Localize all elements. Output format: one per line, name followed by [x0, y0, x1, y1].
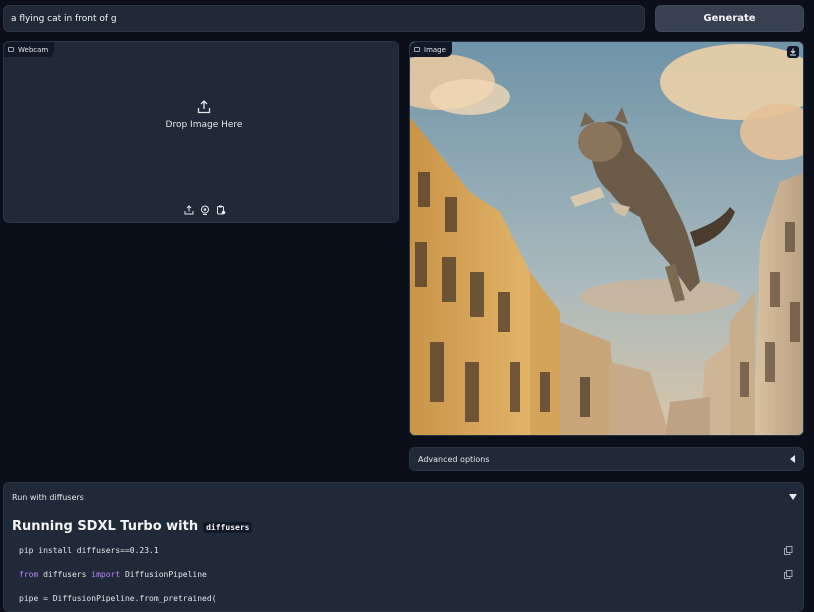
heading-code: diffusers: [203, 522, 253, 533]
generated-image: [410, 42, 803, 435]
heading-text: Running SDXL Turbo with: [12, 519, 199, 534]
upload-icon: [197, 100, 211, 114]
code-keyword: from: [19, 569, 39, 579]
diffusers-section: Run with diffusers Running SDXL Turbo wi…: [3, 482, 804, 612]
webcam-panel: Webcam Drop Image Here: [3, 41, 399, 223]
advanced-options-accordion[interactable]: Advanced options: [409, 447, 804, 471]
webcam-label-text: Webcam: [18, 45, 49, 54]
drop-image-text: Drop Image Here: [165, 120, 243, 130]
clipboard-source-icon[interactable]: [216, 205, 226, 215]
image-label-icon: [8, 47, 14, 52]
code-text: DiffusionPipeline: [120, 569, 207, 579]
code-block-import: from diffusers import DiffusionPipeline: [12, 563, 797, 585]
image-label-text: Image: [424, 45, 446, 54]
section-heading: Running SDXL Turbo with diffusers: [12, 519, 253, 534]
code-line: from diffusers import DiffusionPipeline: [19, 570, 207, 579]
image-label: Image: [410, 42, 452, 57]
caret-down-icon: [789, 494, 797, 500]
diffusers-accordion-header[interactable]: Run with diffusers: [12, 491, 797, 503]
webcam-source-icon[interactable]: [200, 205, 210, 215]
advanced-options-label: Advanced options: [418, 454, 490, 464]
image-panel: Image: [409, 41, 804, 436]
webcam-label: Webcam: [4, 42, 55, 57]
download-button[interactable]: [787, 46, 799, 58]
copy-icon[interactable]: [784, 546, 793, 555]
generate-button[interactable]: Generate: [655, 5, 804, 32]
code-text: diffusers: [38, 569, 92, 579]
prompt-input[interactable]: [3, 5, 645, 32]
download-icon: [790, 48, 796, 56]
code-block-install: pip install diffusers==0.23.1: [12, 539, 797, 561]
code-line: pipe = DiffusionPipeline.from_pretrained…: [19, 593, 217, 603]
code-line: pip install diffusers==0.23.1: [19, 545, 159, 555]
drop-zone[interactable]: Drop Image Here: [134, 100, 274, 144]
source-toolbar: [178, 204, 232, 216]
image-label-icon: [414, 47, 420, 52]
copy-icon[interactable]: [784, 570, 793, 579]
diffusers-header-label: Run with diffusers: [12, 492, 84, 502]
code-keyword: import: [91, 569, 121, 579]
upload-source-icon[interactable]: [184, 205, 194, 215]
caret-left-icon: [790, 455, 795, 463]
